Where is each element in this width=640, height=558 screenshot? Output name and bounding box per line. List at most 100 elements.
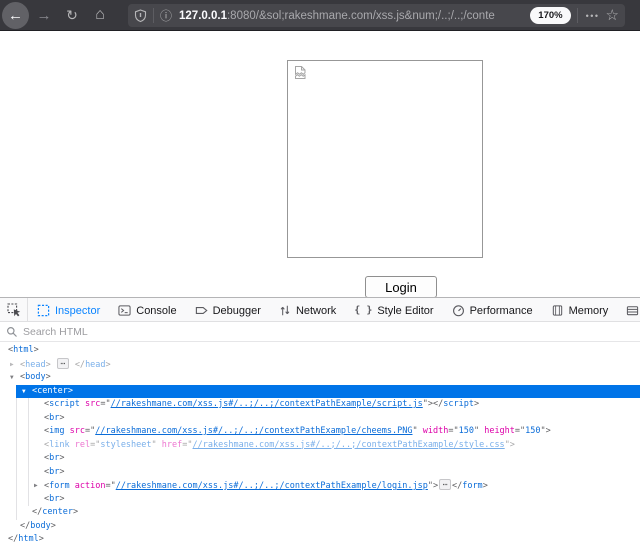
token-p: =" xyxy=(105,481,115,491)
token-sp xyxy=(51,360,56,370)
token-p: =" xyxy=(515,426,525,436)
search-placeholder: Search HTML xyxy=(23,326,88,338)
token-sp xyxy=(157,440,162,450)
markup-node-center-close[interactable]: </center> xyxy=(0,506,640,520)
reload-icon: ↻ xyxy=(66,7,78,24)
token-p: </ xyxy=(75,360,85,370)
tab-style-editor[interactable]: { }Style Editor xyxy=(345,298,442,321)
markup-node-br-3[interactable]: <br> xyxy=(0,466,640,480)
memory-icon xyxy=(551,304,564,317)
tab-label: Performance xyxy=(470,305,533,317)
token-p: </ xyxy=(8,534,18,544)
markup-node-html-close[interactable]: </html> xyxy=(0,533,640,547)
broken-image[interactable] xyxy=(287,60,483,258)
token-attr: height xyxy=(484,426,515,436)
token-tag: script xyxy=(443,399,474,409)
markup-node-br-2[interactable]: <br> xyxy=(0,452,640,466)
token-tag: center xyxy=(42,507,73,517)
token-tag: head xyxy=(25,360,45,370)
tab-memory[interactable]: Memory xyxy=(542,298,618,321)
token-p: > xyxy=(39,534,44,544)
markup-node-img[interactable]: <img src="//rakeshmane.com/xss.js#/..;/.… xyxy=(0,425,640,439)
token-p: > xyxy=(59,453,64,463)
urlbar-divider-2 xyxy=(577,8,578,23)
markup-node-script[interactable]: <script src="//rakeshmane.com/xss.js#/..… xyxy=(0,398,640,412)
tab-console[interactable]: Console xyxy=(109,298,185,321)
tab-debugger[interactable]: Debugger xyxy=(186,298,270,321)
token-attr: rel xyxy=(75,440,90,450)
tracking-shield-icon[interactable] xyxy=(134,9,147,23)
home-button[interactable]: ⌂ xyxy=(88,2,112,27)
markup-node-link[interactable]: <link rel="stylesheet" href="//rakeshman… xyxy=(0,439,640,453)
markup-node-center-open[interactable]: ▼<center> xyxy=(0,385,640,399)
reload-button[interactable]: ↻ xyxy=(60,3,84,27)
performance-icon xyxy=(452,304,465,317)
search-icon xyxy=(6,326,18,338)
token-p: =" xyxy=(90,440,100,450)
back-button[interactable]: ← xyxy=(2,2,29,29)
urlbar-divider xyxy=(153,8,154,23)
collapsed-content-badge[interactable]: ⋯ xyxy=(57,358,69,369)
site-info-icon[interactable]: ⓘ xyxy=(160,7,172,24)
debugger-icon xyxy=(195,304,208,317)
markup-view: <html>▶<head> ⋯ </head>▼<body>▼<center><… xyxy=(0,342,640,547)
token-tag: script xyxy=(49,399,80,409)
token-tag: link xyxy=(49,440,69,450)
markup-node-body-open[interactable]: ▼<body> xyxy=(0,371,640,385)
expand-arrow-icon[interactable]: ▶ xyxy=(34,479,38,493)
devtools-search[interactable]: Search HTML xyxy=(0,322,640,342)
page-actions-icon[interactable]: ••• xyxy=(586,11,600,21)
markup-node-head[interactable]: ▶<head> ⋯ </head> xyxy=(0,358,640,372)
network-icon xyxy=(279,304,291,317)
markup-node-html-open[interactable]: <html> xyxy=(0,344,640,358)
login-button[interactable]: Login xyxy=(365,276,437,298)
token-val: 150 xyxy=(525,426,540,436)
tab-label: Inspector xyxy=(55,305,100,317)
tab-label: Network xyxy=(296,305,336,317)
tab-network[interactable]: Network xyxy=(270,298,345,321)
token-attr: src xyxy=(70,426,85,436)
token-val: 150 xyxy=(459,426,474,436)
markup-node-br-1[interactable]: <br> xyxy=(0,412,640,426)
token-p: </ xyxy=(32,507,42,517)
token-p: > xyxy=(46,372,51,382)
devtools-panel: Inspector ConsoleDebugger Network { }Style … xyxy=(0,297,640,558)
markup-node-br-4[interactable]: <br> xyxy=(0,493,640,507)
token-tag: html xyxy=(18,534,38,544)
token-p: " xyxy=(152,440,157,450)
token-p: > xyxy=(73,507,78,517)
url-fade xyxy=(498,4,524,27)
token-url: //rakeshmane.com/xss.js#/..;/..;/context… xyxy=(95,426,412,436)
token-url: //rakeshmane.com/xss.js#/..;/..;/context… xyxy=(193,440,505,450)
home-icon: ⌂ xyxy=(95,6,105,24)
token-tag: img xyxy=(49,426,64,436)
token-tag: html xyxy=(13,345,33,355)
markup-node-body-close[interactable]: </body> xyxy=(0,520,640,534)
token-tag: br xyxy=(49,494,59,504)
collapse-arrow-icon[interactable]: ▼ xyxy=(10,371,14,385)
expand-arrow-icon[interactable]: ▶ xyxy=(10,358,14,372)
token-tag: br xyxy=(49,467,59,477)
token-p: > xyxy=(474,399,479,409)
token-p: "> xyxy=(428,481,438,491)
node-picker-button[interactable] xyxy=(0,298,28,321)
tab-inspector[interactable]: Inspector xyxy=(28,298,109,321)
token-p: > xyxy=(106,360,111,370)
zoom-level-badge[interactable]: 170% xyxy=(530,7,570,24)
tab-storage[interactable]: Storage xyxy=(617,298,640,321)
url-bar[interactable]: ⓘ 127.0.0.1:8080/&sol;rakeshmane.com/xss… xyxy=(128,4,625,27)
collapsed-content-badge[interactable]: ⋯ xyxy=(439,479,451,490)
token-tag: body xyxy=(25,372,45,382)
tab-performance[interactable]: Performance xyxy=(443,298,542,321)
forward-button[interactable]: → xyxy=(32,3,56,27)
markup-node-form[interactable]: ▶<form action="//rakeshmane.com/xss.js#/… xyxy=(0,479,640,493)
token-p: =" xyxy=(182,440,192,450)
collapse-arrow-icon[interactable]: ▼ xyxy=(22,385,26,399)
inspector-icon xyxy=(37,304,50,317)
bookmark-star-icon[interactable]: ☆ xyxy=(606,8,619,23)
url-path: :8080/&sol;rakeshmane.com/xss.js&num;/..… xyxy=(227,10,495,22)
firefox-window: ← → ↻ ⌂ ⓘ 127.0.0.1:8080/&sol;rakeshmane… xyxy=(0,0,640,558)
tab-label: Memory xyxy=(569,305,609,317)
back-arrow-icon: ← xyxy=(8,7,23,24)
token-p: > xyxy=(34,345,39,355)
